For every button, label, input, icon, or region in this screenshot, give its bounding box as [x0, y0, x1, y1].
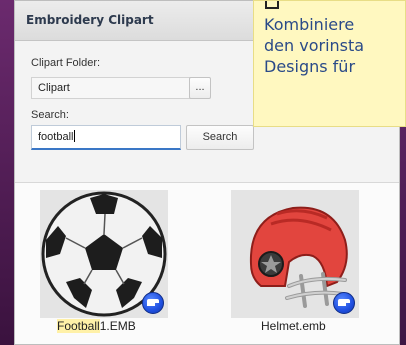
square-icon	[265, 1, 279, 9]
sewing-machine-icon	[142, 292, 164, 314]
panel-title: Embroidery Clipart	[26, 13, 154, 27]
info-tooltip: Kombiniere den vorinsta Designs für	[253, 0, 406, 127]
browse-folder-button[interactable]: ...	[189, 77, 211, 99]
clipart-folder-field[interactable]: Clipart	[31, 77, 195, 99]
result-caption-helmet: Helmet.emb	[261, 319, 326, 333]
search-button[interactable]: Search	[186, 125, 254, 150]
search-match-highlight: Football	[57, 319, 100, 333]
search-label: Search:	[31, 109, 69, 121]
result-caption-football: Football1.EMB	[57, 319, 136, 333]
clipart-folder-label: Clipart Folder:	[31, 57, 101, 69]
result-tile-football[interactable]	[40, 190, 168, 318]
sewing-machine-icon	[333, 292, 355, 314]
text-caret	[74, 130, 76, 142]
caption-filename-rest: Helmet.emb	[261, 319, 326, 333]
result-tile-helmet[interactable]	[231, 190, 359, 318]
clipart-folder-value: Clipart	[38, 82, 70, 94]
desktop-background-left	[0, 0, 14, 345]
search-input[interactable]: football	[31, 125, 181, 150]
tooltip-text: Kombiniere den vorinsta Designs für	[264, 15, 365, 76]
search-input-value: football	[38, 131, 74, 143]
caption-filename-rest: 1.EMB	[99, 319, 136, 333]
